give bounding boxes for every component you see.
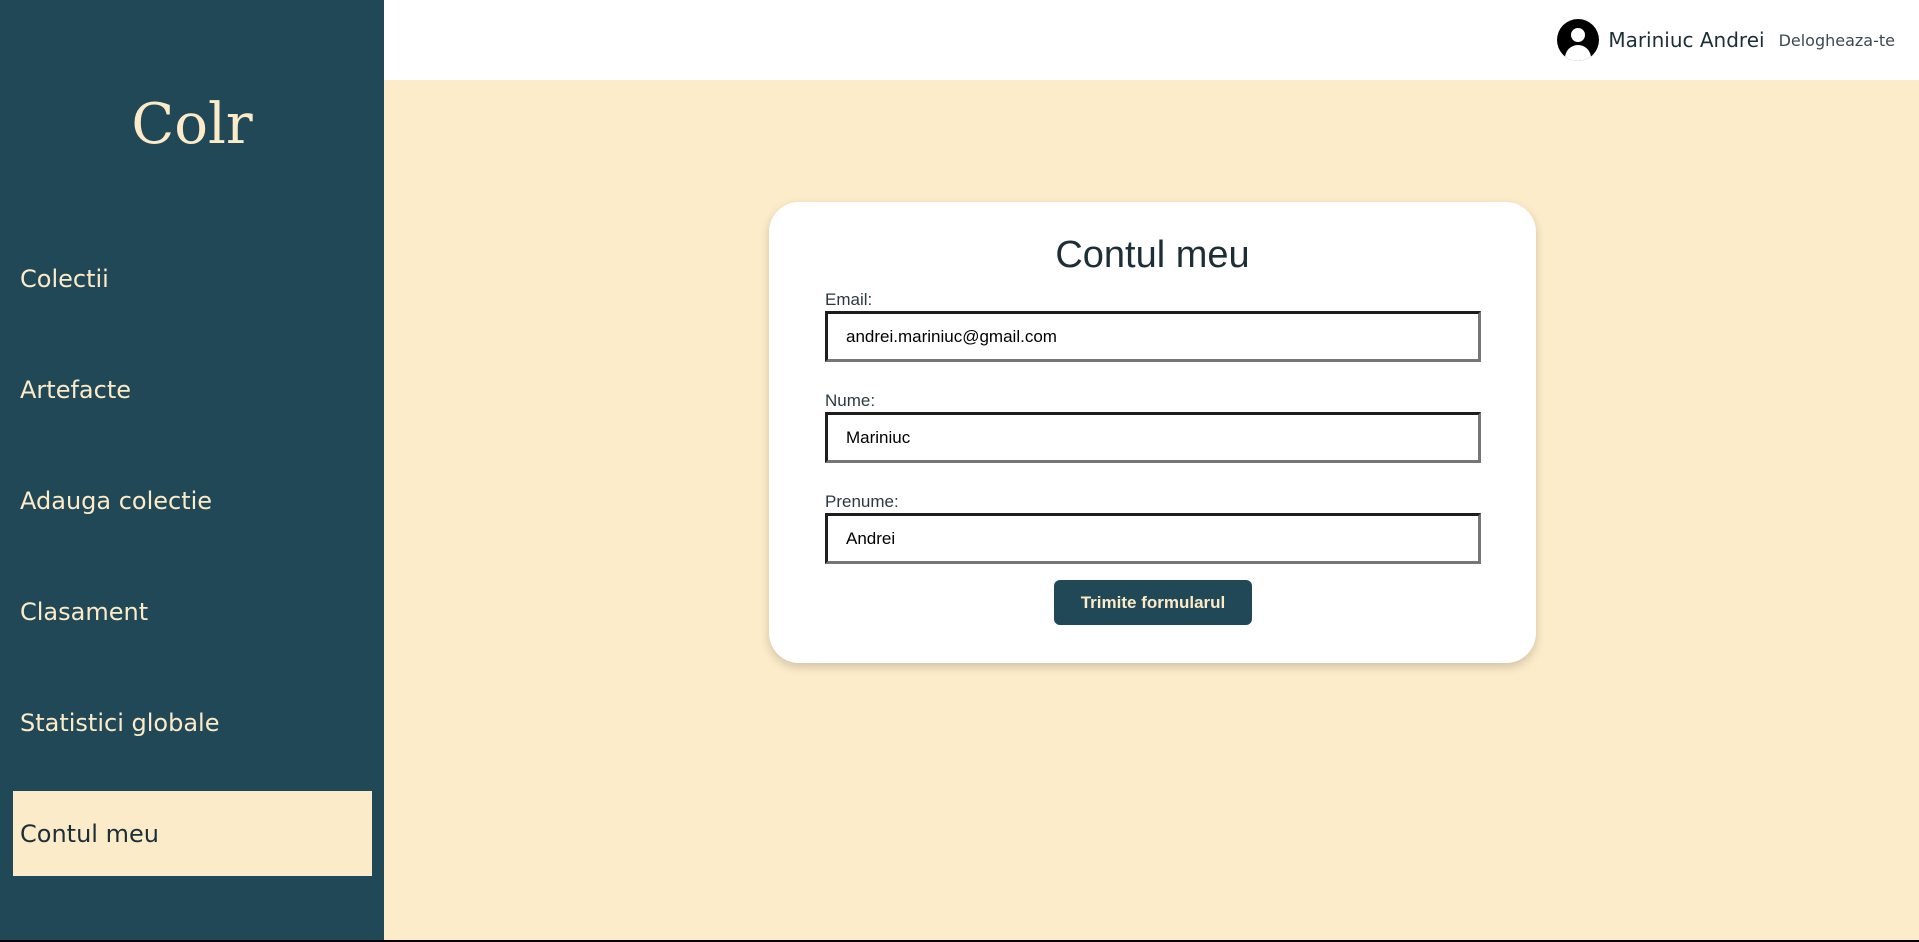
app-logo[interactable]: Colr (0, 90, 384, 160)
sidebar-item-adauga-colectie[interactable]: Adauga colectie (13, 458, 372, 543)
main-content: Mariniuc Andrei Delogheaza-te Contul meu… (384, 0, 1919, 940)
sidebar-nav: Colectii Artefacte Adauga colectie Clasa… (13, 236, 372, 902)
nume-field[interactable] (825, 412, 1481, 463)
page-title: Contul meu (1055, 234, 1250, 276)
app-window: Colr Colectii Artefacte Adauga colectie … (0, 0, 1919, 940)
sidebar-item-contul-meu[interactable]: Contul meu (13, 791, 372, 876)
sidebar-item-colectii[interactable]: Colectii (13, 236, 372, 321)
sidebar-item-artefacte[interactable]: Artefacte (13, 347, 372, 432)
nume-label: Nume: (825, 391, 876, 410)
user-circle-icon[interactable] (1557, 19, 1600, 61)
user-name[interactable]: Mariniuc Andrei (1608, 28, 1764, 52)
email-field[interactable] (825, 311, 1481, 362)
submit-button[interactable]: Trimite formularul (1054, 580, 1252, 625)
prenume-field[interactable] (825, 513, 1481, 564)
sidebar: Colr Colectii Artefacte Adauga colectie … (0, 0, 384, 940)
sidebar-item-clasament[interactable]: Clasament (13, 569, 372, 654)
top-bar: Mariniuc Andrei Delogheaza-te (384, 0, 1919, 80)
email-label: Email: (825, 290, 873, 309)
sidebar-item-statistici-globale[interactable]: Statistici globale (13, 680, 372, 765)
logout-link[interactable]: Delogheaza-te (1779, 31, 1895, 50)
account-form-card: Contul meu Email: Nume: Prenume: Trimite… (769, 202, 1536, 663)
prenume-label: Prenume: (825, 492, 899, 511)
